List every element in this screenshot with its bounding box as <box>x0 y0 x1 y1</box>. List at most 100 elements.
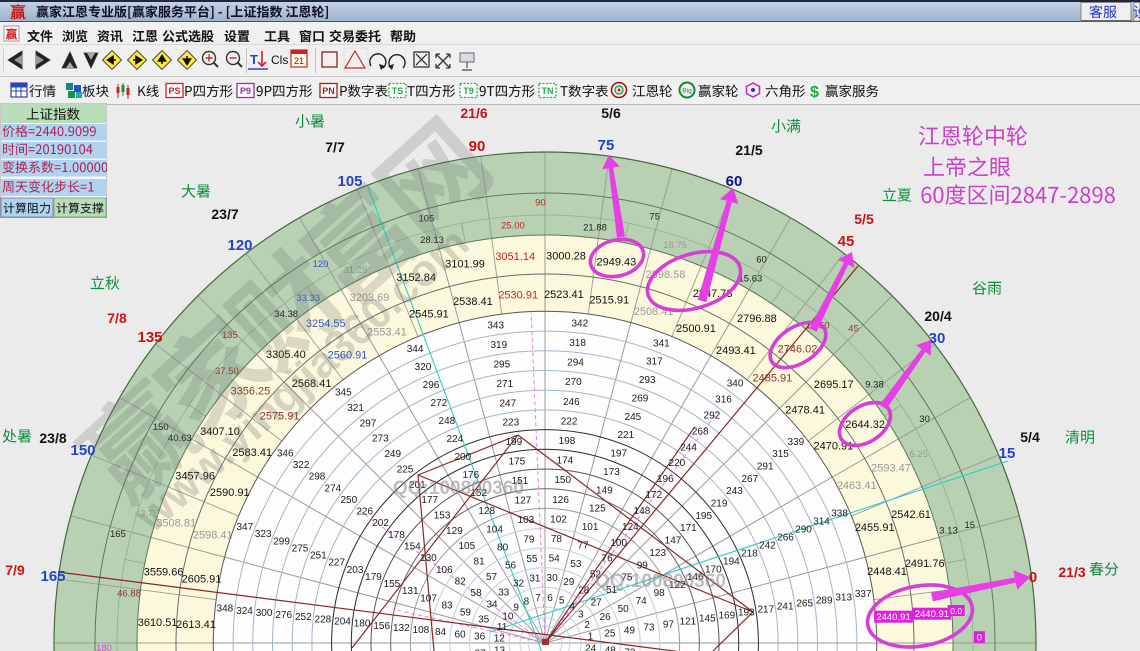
svg-text:13: 13 <box>494 646 506 651</box>
svg-text:10: 10 <box>502 611 514 622</box>
svg-text:248: 248 <box>439 416 456 427</box>
svg-text:221: 221 <box>617 430 634 441</box>
svg-text:145: 145 <box>699 613 716 624</box>
svg-text:199: 199 <box>505 437 522 448</box>
svg-text:QQ:100800360: QQ:100800360 <box>393 478 524 499</box>
svg-text:322: 322 <box>293 460 310 471</box>
svg-text:195: 195 <box>695 511 712 522</box>
svg-text:2542.61: 2542.61 <box>891 509 931 521</box>
svg-text:2746.02: 2746.02 <box>778 343 818 355</box>
svg-text:2538.41: 2538.41 <box>453 296 493 308</box>
svg-text:PS: PS <box>168 86 180 96</box>
svg-text:320: 320 <box>415 362 432 373</box>
svg-text:217: 217 <box>757 604 774 615</box>
svg-text:T: T <box>250 52 258 67</box>
svg-text:108: 108 <box>413 625 430 636</box>
svg-text:2440.91: 2440.91 <box>876 612 910 623</box>
svg-text:3: 3 <box>578 610 584 621</box>
svg-text:45: 45 <box>848 323 859 334</box>
svg-text:2695.17: 2695.17 <box>814 379 854 391</box>
svg-text:57: 57 <box>486 572 498 583</box>
svg-text:84: 84 <box>435 627 447 638</box>
svg-text:50: 50 <box>618 604 630 615</box>
svg-text:45: 45 <box>838 233 855 250</box>
svg-text:339: 339 <box>788 437 805 448</box>
svg-text:102: 102 <box>550 514 567 525</box>
svg-text:276: 276 <box>275 610 292 621</box>
svg-text:0: 0 <box>977 633 982 644</box>
svg-text:24: 24 <box>585 644 597 651</box>
svg-text:291: 291 <box>757 462 774 473</box>
svg-text:223: 223 <box>502 418 519 429</box>
svg-text:150: 150 <box>554 475 571 486</box>
svg-text:2455.91: 2455.91 <box>855 522 895 534</box>
svg-text:74: 74 <box>636 596 648 607</box>
svg-text:12: 12 <box>494 634 506 645</box>
svg-text:340: 340 <box>727 379 744 390</box>
svg-text:78: 78 <box>551 534 563 545</box>
svg-text:30: 30 <box>547 573 559 584</box>
svg-text:2605.91: 2605.91 <box>182 574 222 586</box>
svg-text:295: 295 <box>493 359 510 370</box>
svg-text:2593.47: 2593.47 <box>871 463 911 475</box>
svg-text:34: 34 <box>486 600 498 611</box>
svg-text:3610.51: 3610.51 <box>138 617 178 629</box>
svg-text:174: 174 <box>557 456 574 467</box>
svg-text:5/4: 5/4 <box>1020 429 1040 445</box>
svg-text:30: 30 <box>919 414 930 425</box>
svg-text:124: 124 <box>622 522 639 533</box>
svg-text:219: 219 <box>711 499 728 510</box>
svg-text:224: 224 <box>447 434 464 445</box>
svg-text:2500.91: 2500.91 <box>676 323 716 335</box>
svg-text:5/6: 5/6 <box>601 105 621 121</box>
svg-text:75: 75 <box>598 137 615 154</box>
svg-text:149: 149 <box>596 485 613 496</box>
svg-text:6: 6 <box>547 593 553 604</box>
svg-text:337: 337 <box>855 589 872 600</box>
svg-text:317: 317 <box>646 357 663 368</box>
svg-text:31: 31 <box>529 574 541 585</box>
svg-text:30: 30 <box>929 330 946 347</box>
svg-text:128: 128 <box>478 506 495 517</box>
svg-text:103: 103 <box>518 515 535 526</box>
svg-text:298: 298 <box>309 472 326 483</box>
svg-text:269: 269 <box>632 394 649 405</box>
svg-text:196: 196 <box>657 474 674 485</box>
svg-text:101: 101 <box>582 522 599 533</box>
svg-text:6.25: 6.25 <box>909 449 928 460</box>
svg-text:7: 7 <box>535 593 541 604</box>
svg-text:$: $ <box>810 84 819 101</box>
svg-text:178: 178 <box>388 530 405 541</box>
svg-text:294: 294 <box>567 358 584 369</box>
svg-text:247: 247 <box>499 398 516 409</box>
svg-text:227: 227 <box>328 558 345 569</box>
svg-text:21.88: 21.88 <box>583 223 607 234</box>
svg-text:3.13: 3.13 <box>939 526 958 537</box>
svg-text:5/5: 5/5 <box>854 211 874 227</box>
svg-text:338: 338 <box>831 509 848 520</box>
svg-text:346: 346 <box>277 448 294 459</box>
svg-text:200: 200 <box>454 452 471 463</box>
svg-text:198: 198 <box>559 436 576 447</box>
svg-text:58: 58 <box>471 588 483 599</box>
svg-text:60: 60 <box>726 173 743 190</box>
svg-text:2530.91: 2530.91 <box>498 290 538 302</box>
svg-text:171: 171 <box>680 523 697 534</box>
svg-text:155: 155 <box>384 579 401 590</box>
svg-text:2440.91: 2440.91 <box>915 609 949 620</box>
svg-text:173: 173 <box>603 467 620 478</box>
svg-text:105: 105 <box>458 541 475 552</box>
svg-text:165: 165 <box>40 568 65 585</box>
svg-text:348: 348 <box>217 604 234 615</box>
svg-text:1: 1 <box>588 632 594 643</box>
svg-text:318: 318 <box>569 338 586 349</box>
svg-text:266: 266 <box>777 532 794 543</box>
svg-text:56: 56 <box>505 560 517 571</box>
svg-text:7/9: 7/9 <box>5 562 25 578</box>
svg-text:49: 49 <box>624 625 636 636</box>
svg-text:131: 131 <box>402 586 419 597</box>
svg-text:2644.32: 2644.32 <box>845 419 885 431</box>
svg-text:21: 21 <box>294 56 304 66</box>
svg-text:2598.41: 2598.41 <box>193 529 233 541</box>
svg-text:343: 343 <box>487 320 504 331</box>
